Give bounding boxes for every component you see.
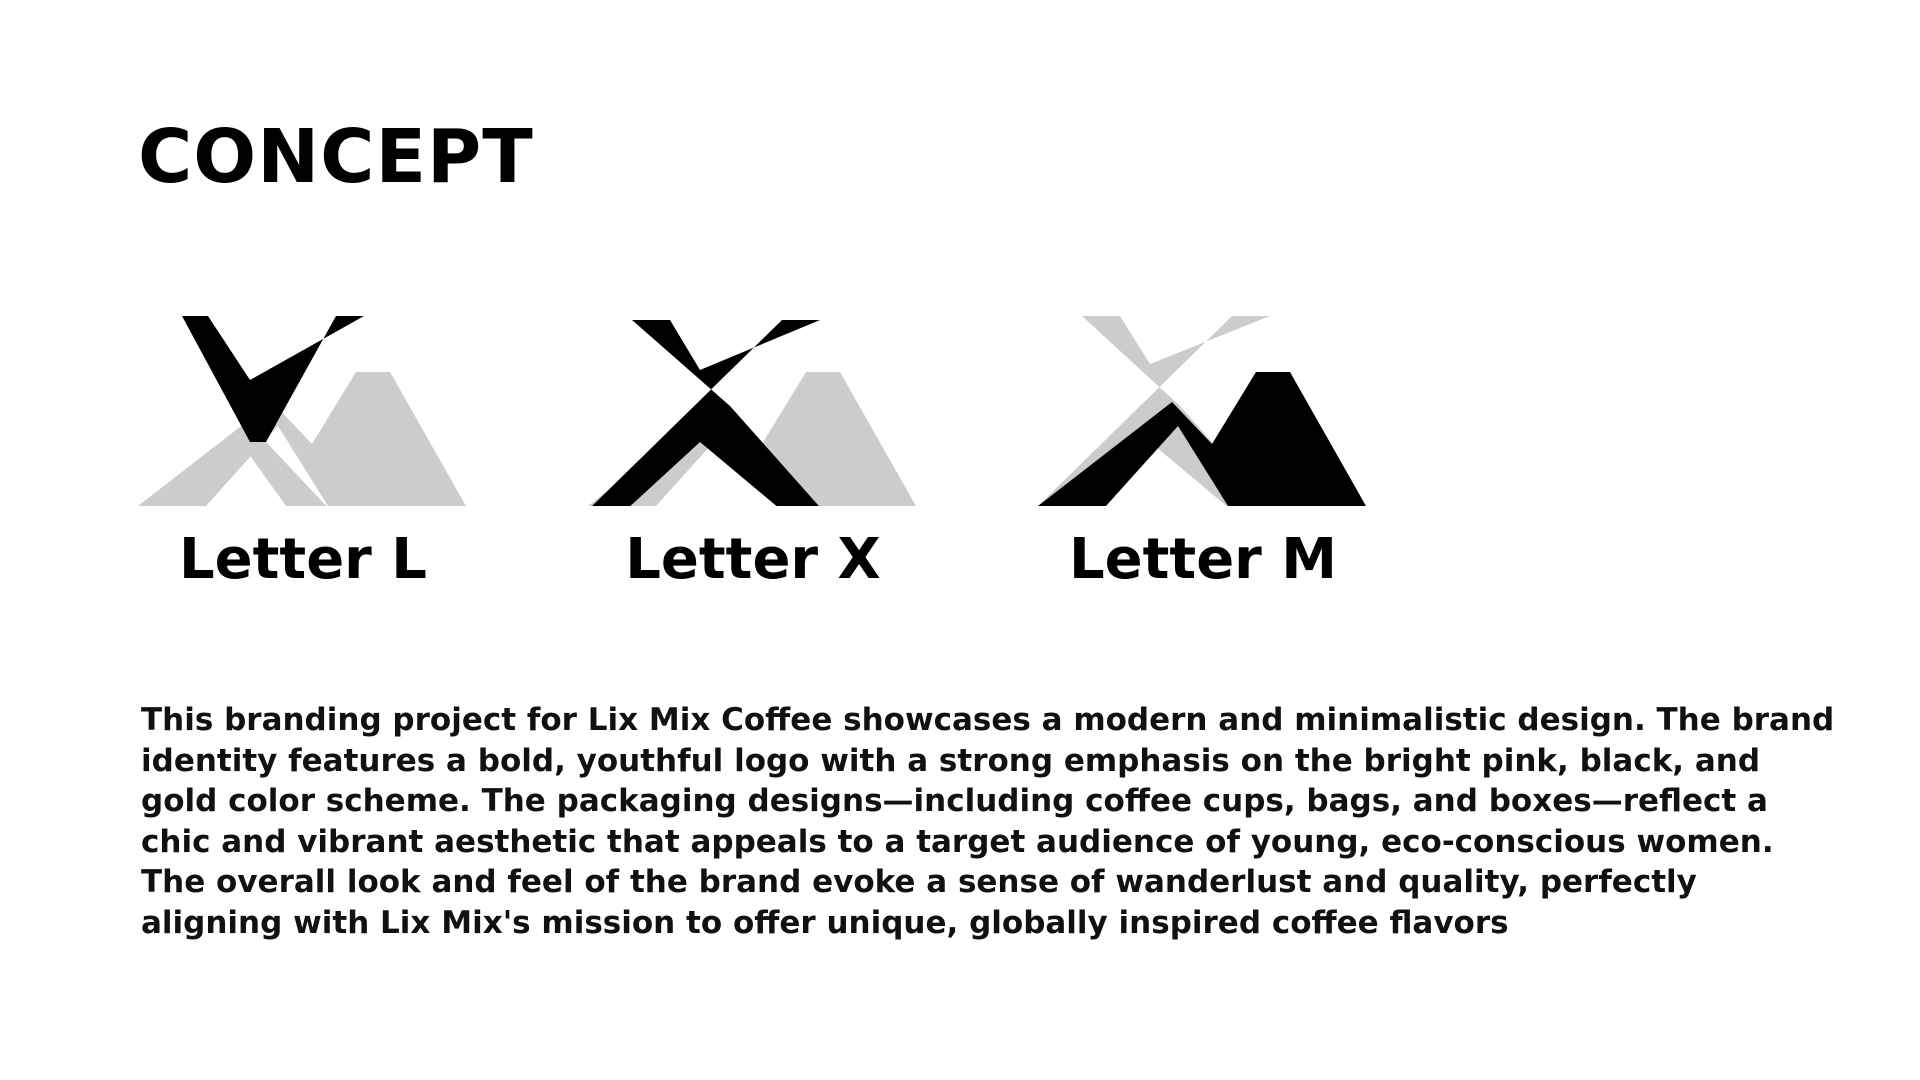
logo-mark-letter-l [138, 316, 466, 506]
concept-letter-l: Letter L [138, 316, 468, 606]
concept-letter-x: Letter X [588, 316, 918, 606]
slide-page: CONCEPT Letter L Letter X Letter M This … [0, 0, 1920, 1080]
logo-m-shape [1038, 372, 1366, 506]
concept-description: This branding project for Lix Mix Coffee… [141, 702, 1835, 941]
concept-row: Letter L Letter X Letter M [138, 316, 1438, 606]
concept-letter-m: Letter M [1038, 316, 1368, 606]
page-title: CONCEPT [138, 114, 534, 200]
concept-label: Letter X [625, 527, 881, 592]
logo-mark-letter-m [1038, 316, 1366, 506]
concept-label: Letter L [179, 527, 427, 592]
concept-label: Letter M [1068, 527, 1338, 592]
logo-mark-letter-x [588, 320, 916, 506]
